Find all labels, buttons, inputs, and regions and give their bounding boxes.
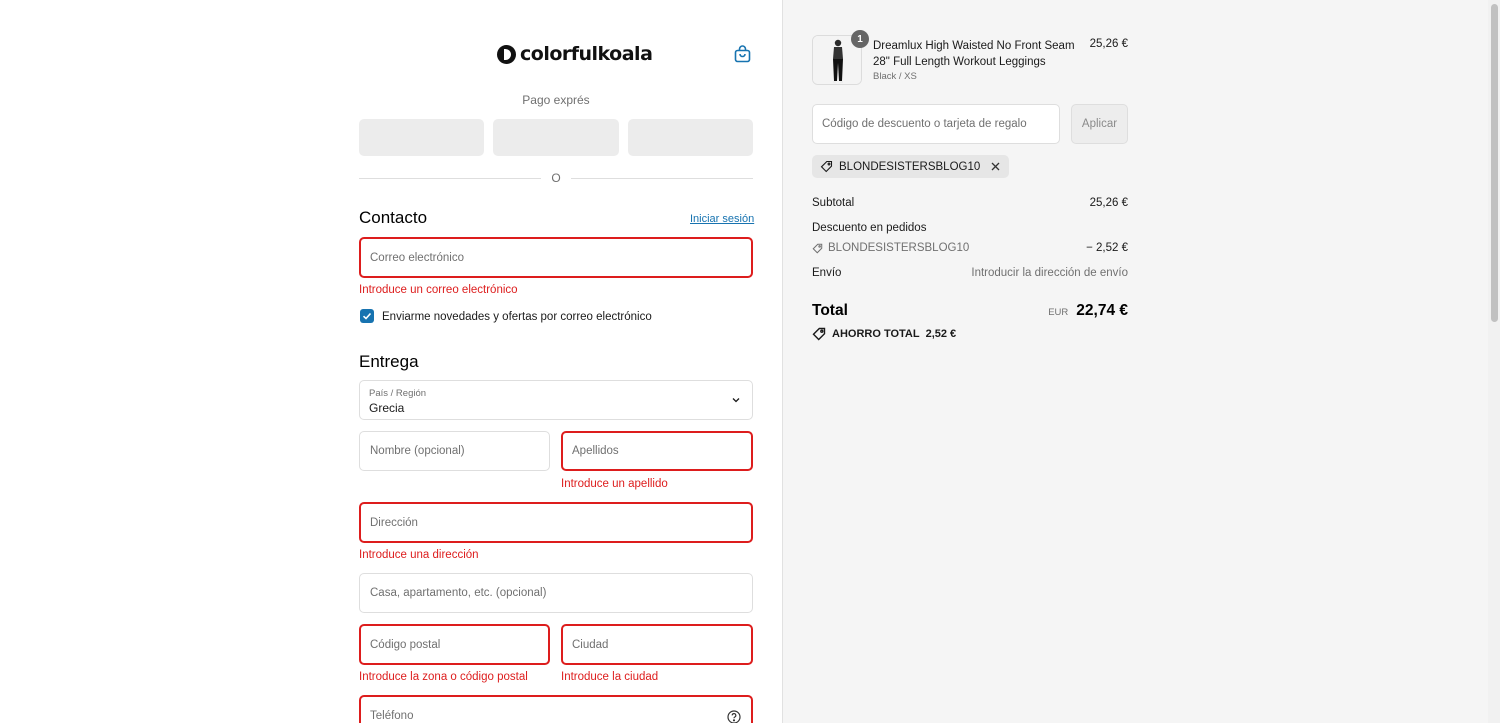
quantity-badge: 1 (851, 30, 869, 48)
express-pay-button-1[interactable] (359, 119, 485, 156)
applied-discount-code: BLONDESISTERSBLOG10 (839, 160, 981, 173)
discount-code-placeholder: Código de descuento o tarjeta de regalo (822, 118, 1027, 130)
divider-text: O (551, 171, 561, 185)
product-price: 25,26 € (1089, 38, 1128, 50)
divider-line (570, 177, 753, 179)
apartment-field[interactable]: Casa, apartamento, etc. (opcional) (359, 573, 753, 613)
email-field[interactable]: Correo electrónico (359, 237, 753, 278)
total-savings: AHORRO TOTAL 2,52 € (812, 327, 956, 341)
tag-icon (820, 160, 833, 173)
apply-discount-button[interactable]: Aplicar (1071, 104, 1128, 144)
login-link[interactable]: Iniciar sesión (690, 213, 754, 225)
order-discount-code-wrap: BLONDESISTERSBLOG10 (812, 242, 969, 254)
newsletter-checkbox[interactable] (360, 309, 374, 323)
newsletter-label: Enviarme novedades y ofertas por correo … (382, 311, 652, 323)
apartment-placeholder: Casa, apartamento, etc. (opcional) (370, 587, 547, 599)
shipping-value: Introducir la dirección de envío (971, 267, 1128, 279)
checkout-form-panel: colorfulkoala Pago exprés O Contacto Ini… (0, 0, 782, 723)
order-discount-row: Descuento en pedidos (812, 222, 1128, 234)
address-placeholder: Dirección (370, 516, 418, 529)
shopping-bag-icon[interactable] (734, 45, 751, 63)
subtotal-row: Subtotal 25,26 € (812, 197, 1128, 209)
first-name-placeholder: Nombre (opcional) (370, 445, 465, 457)
city-error: Introduce la ciudad (561, 671, 659, 683)
total-label: Total (812, 302, 848, 319)
express-checkout-buttons (359, 119, 753, 156)
remove-discount-icon[interactable] (990, 161, 1001, 172)
phone-placeholder: Teléfono (370, 710, 414, 722)
divider-line (359, 177, 542, 179)
email-error: Introduce un correo electrónico (359, 284, 518, 296)
city-placeholder: Ciudad (572, 638, 609, 651)
country-label: País / Región (369, 388, 427, 399)
postal-code-error: Introduce la zona o código postal (359, 671, 528, 683)
order-discount-code-row: BLONDESISTERSBLOG10 − 2,52 € (812, 242, 1128, 254)
last-name-field[interactable]: Apellidos (561, 431, 753, 471)
savings-label: AHORRO TOTAL (832, 328, 920, 340)
express-checkout-title: Pago exprés (522, 93, 590, 107)
country-value: Grecia (369, 401, 405, 415)
postal-code-placeholder: Código postal (370, 638, 441, 651)
checkmark-icon (362, 312, 372, 320)
total-value: 22,74 € (1076, 302, 1128, 319)
express-pay-button-3[interactable] (627, 119, 753, 156)
brand-logo[interactable]: colorfulkoala (497, 42, 653, 66)
product-variant: Black / XS (873, 71, 917, 82)
city-field[interactable]: Ciudad (561, 624, 753, 665)
order-discount-code: BLONDESISTERSBLOG10 (828, 242, 970, 254)
shipping-label: Envío (812, 267, 842, 279)
currency-code: EUR (1048, 307, 1069, 318)
page-scrollbar[interactable] (1488, 0, 1500, 723)
total-amount-wrap: EUR 22,74 € (1048, 302, 1128, 320)
product-name: Dreamlux High Waisted No Front Seam 28" … (873, 40, 1075, 68)
order-discount-value: − 2,52 € (1086, 242, 1128, 254)
savings-tag-icon (812, 327, 826, 341)
chevron-down-icon (732, 398, 740, 403)
subtotal-label: Subtotal (812, 197, 855, 209)
country-select[interactable]: País / Región Grecia (359, 380, 753, 420)
postal-code-field[interactable]: Código postal (359, 624, 550, 665)
tag-icon (812, 243, 823, 253)
contact-heading: Contacto (359, 208, 428, 227)
applied-discount-chip: BLONDESISTERSBLOG10 (812, 155, 1010, 178)
express-pay-button-2[interactable] (493, 119, 619, 156)
last-name-error: Introduce un apellido (561, 478, 668, 490)
address-field[interactable]: Dirección (359, 502, 753, 543)
email-placeholder: Correo electrónico (370, 251, 464, 264)
savings-value: 2,52 € (925, 328, 957, 340)
delivery-heading: Entrega (359, 352, 419, 371)
shipping-row: Envío Introducir la dirección de envío (812, 267, 1128, 279)
subtotal-value: 25,26 € (1089, 197, 1128, 209)
phone-field[interactable]: Teléfono (359, 695, 753, 723)
order-discount-label: Descuento en pedidos (812, 222, 927, 234)
scrollbar-thumb[interactable] (1491, 4, 1498, 322)
last-name-placeholder: Apellidos (572, 445, 619, 457)
koala-logo-icon (497, 44, 516, 64)
brand-name: colorfulkoala (520, 43, 653, 65)
first-name-field[interactable]: Nombre (opcional) (359, 431, 550, 471)
or-divider: O (359, 171, 753, 185)
discount-code-input[interactable]: Código de descuento o tarjeta de regalo (812, 104, 1060, 144)
help-circle-icon[interactable] (727, 710, 741, 723)
address-error: Introduce una dirección (359, 549, 479, 561)
